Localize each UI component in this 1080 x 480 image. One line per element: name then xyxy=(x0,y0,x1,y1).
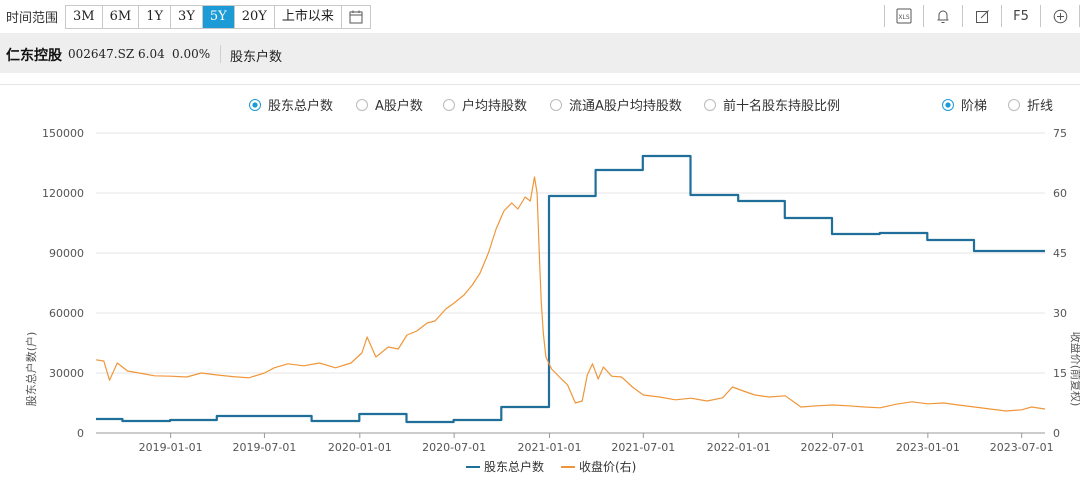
legend-label: 股东总户数 xyxy=(484,459,544,474)
x-axis: 2019-01-01 2019-07-01 2020-01-01 2020-07-01… xyxy=(139,433,1054,454)
x-tick-label: 2023-07-01 xyxy=(990,441,1054,454)
right-axis: 0 15 30 45 60 75 xyxy=(1053,127,1067,440)
x-tick-label: 2019-07-01 xyxy=(232,441,296,454)
alert-button[interactable] xyxy=(924,5,963,27)
x-tick-label: 2021-07-01 xyxy=(611,441,675,454)
range-3y-button[interactable]: 3Y xyxy=(171,6,203,28)
toolbar: 时间范围 3M 6M 1Y 3Y 5Y 20Y 上市以来 XLS F5 xyxy=(0,0,1080,32)
y2-tick-label: 60 xyxy=(1053,187,1067,200)
left-axis: 0 30000 60000 90000 120000 150000 xyxy=(42,127,84,440)
title-divider xyxy=(220,45,221,63)
range-button-group: 3M 6M 1Y 3Y 5Y 20Y 上市以来 xyxy=(65,5,371,29)
chart-panel: 股东总户数 A股户数 户均持股数 流通A股户均持股数 前十名股东持股比例 阶梯 … xyxy=(0,84,1080,476)
range-3m-button[interactable]: 3M xyxy=(66,6,103,28)
metric-option-holders[interactable]: 股东总户数 xyxy=(249,98,334,114)
stock-price: 6.04 xyxy=(138,47,165,61)
metric-option-top10[interactable]: 前十名股东持股比例 xyxy=(704,98,841,114)
range-6m-button[interactable]: 6M xyxy=(103,6,140,28)
price-line xyxy=(95,176,1046,412)
style-option-label: 折线 xyxy=(1027,99,1053,114)
style-option-line[interactable]: 折线 xyxy=(1008,99,1054,114)
add-button[interactable] xyxy=(1041,5,1080,27)
y2-tick-label: 45 xyxy=(1053,247,1067,260)
x-tick-label: 2020-01-01 xyxy=(328,441,392,454)
y-tick-label: 0 xyxy=(77,427,84,440)
panel-title: 股东户数 xyxy=(230,50,283,65)
range-20y-button[interactable]: 20Y xyxy=(235,6,275,28)
metric-option-a-share[interactable]: A股户数 xyxy=(356,98,423,114)
y2-tick-label: 0 xyxy=(1053,427,1060,440)
stock-name: 仁东控股 xyxy=(6,48,62,64)
holders-chart: 股东总户数 A股户数 户均持股数 流通A股户均持股数 前十名股东持股比例 阶梯 … xyxy=(24,98,1080,474)
y-tick-label: 150000 xyxy=(42,127,84,140)
y-tick-label: 30000 xyxy=(49,367,84,380)
left-axis-label: 股东总户数(户) xyxy=(24,332,38,407)
plus-circle-icon xyxy=(1053,9,1067,23)
right-axis-label: 收盘价(前复权) xyxy=(1069,332,1080,407)
y2-tick-label: 75 xyxy=(1053,127,1067,140)
style-option-label: 阶梯 xyxy=(961,99,987,114)
x-tick-label: 2022-01-01 xyxy=(707,441,771,454)
series-layer xyxy=(95,154,1046,424)
range-since-listing-button[interactable]: 上市以来 xyxy=(275,6,342,28)
metric-option-label: 股东总户数 xyxy=(268,98,333,114)
y2-tick-label: 30 xyxy=(1053,307,1067,320)
tool-group: XLS F5 xyxy=(884,5,1080,27)
edit-icon xyxy=(975,9,989,23)
xls-icon-text: XLS xyxy=(898,14,909,21)
bell-icon xyxy=(937,10,949,23)
stock-title-bar: 仁东控股 002647.SZ 6.04 0.00% 股东户数 xyxy=(0,33,1080,73)
range-5y-button[interactable]: 5Y xyxy=(202,6,235,28)
xls-icon: XLS xyxy=(896,8,912,24)
range-label: 时间范围 xyxy=(6,11,59,26)
x-tick-label: 2019-01-01 xyxy=(139,441,203,454)
metric-option-label: 户均持股数 xyxy=(462,98,527,114)
y-tick-label: 60000 xyxy=(49,307,84,320)
grid-lines xyxy=(96,132,1045,434)
x-tick-label: 2022-07-01 xyxy=(801,441,865,454)
metric-option-avg-shares[interactable]: 户均持股数 xyxy=(443,98,528,114)
metric-option-label: 前十名股东持股比例 xyxy=(723,98,840,114)
export-xls-button[interactable]: XLS xyxy=(885,5,924,27)
metric-option-float-avg[interactable]: 流通A股户均持股数 xyxy=(550,98,682,114)
chart-legend: 股东总户数 收盘价(右) xyxy=(466,459,636,474)
refresh-f5-button[interactable]: F5 xyxy=(1002,5,1041,27)
style-option-step[interactable]: 阶梯 xyxy=(942,99,988,114)
y-tick-label: 90000 xyxy=(49,247,84,260)
calendar-button[interactable] xyxy=(342,6,370,28)
holders-step-line xyxy=(96,154,1045,424)
metric-option-label: 流通A股户均持股数 xyxy=(569,98,682,114)
x-tick-label: 2023-01-01 xyxy=(896,441,960,454)
note-button[interactable] xyxy=(963,5,1002,27)
y-tick-label: 120000 xyxy=(42,187,84,200)
range-1y-button[interactable]: 1Y xyxy=(139,6,172,28)
stock-code: 002647.SZ xyxy=(68,47,135,61)
x-tick-label: 2021-01-01 xyxy=(518,441,582,454)
calendar-icon xyxy=(349,10,363,24)
y2-tick-label: 15 xyxy=(1053,367,1067,380)
legend-label: 收盘价(右) xyxy=(579,459,636,474)
metric-option-label: A股户数 xyxy=(375,98,423,114)
x-tick-label: 2020-07-01 xyxy=(422,441,486,454)
stock-change: 0.00% xyxy=(172,47,211,61)
